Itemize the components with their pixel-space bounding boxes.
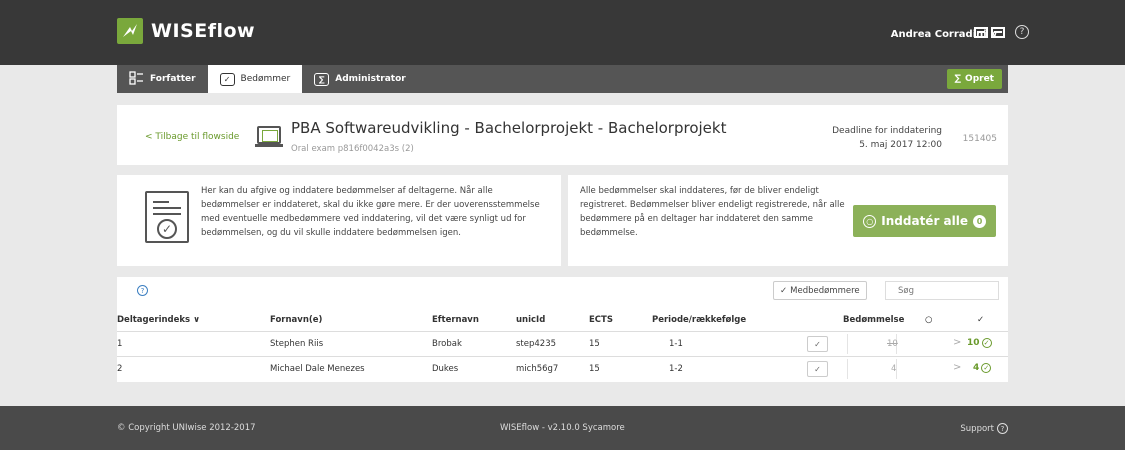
support-link[interactable]: Support? (960, 423, 1008, 434)
create-label: Opret (965, 74, 994, 84)
cell-unicid: step4235 (516, 339, 557, 349)
cell-index: 2 (117, 364, 123, 374)
top-header: WISEflow Andrea Corradini ∨ ? (0, 0, 1125, 65)
check-circle-icon: ✓ (981, 338, 992, 348)
cell-period: 1-1 (669, 339, 683, 349)
tab-administrator[interactable]: ∑ Administrator (302, 65, 417, 93)
search-input[interactable] (885, 281, 999, 300)
comment-button[interactable]: ✓ (807, 336, 828, 352)
cell-unicid: mich56g7 (516, 364, 559, 374)
document-check-icon: ✓ (145, 191, 189, 243)
co-assessor-icon: ✓ (780, 285, 788, 296)
tab-forfatter[interactable]: Forfatter (117, 65, 208, 93)
check-circle-icon: ✓ (981, 363, 992, 373)
header-unicid[interactable]: unicId (516, 315, 545, 325)
version: WISEflow - v2.10.0 Sycamore (500, 423, 625, 433)
deadline-value: 5. maj 2017 12:00 (859, 140, 942, 150)
grade-input[interactable] (847, 359, 897, 379)
deadline: Deadline for inddatering 5. maj 2017 12:… (832, 124, 942, 152)
sort-chevron-icon: ∨ (193, 315, 200, 325)
oral-exam-icon (255, 126, 283, 147)
header-period[interactable]: Periode/rækkefølge (652, 315, 746, 325)
admin-icon: ∑ (314, 72, 330, 86)
header-icons: ? (974, 25, 1029, 39)
cell-firstname: Michael Dale Menezes (270, 364, 365, 374)
register-all-label: Inddatér alle (881, 214, 968, 228)
layout-toggle-icon[interactable] (974, 26, 1005, 38)
cell-period: 1-2 (669, 364, 683, 374)
header-ects[interactable]: ECTS (589, 315, 613, 325)
lock-icon: ○ (863, 214, 877, 228)
logo-text: WISEflow (151, 20, 256, 42)
grade-value: 4 (891, 364, 897, 374)
cell-ects: 15 (589, 364, 600, 374)
flow-header-card: < Tilbage til flowside PBA Softwareudvik… (117, 105, 1008, 165)
cell-index: 1 (117, 339, 123, 349)
header-lastname[interactable]: Efternavn (432, 315, 479, 325)
grade-value: 10 (887, 339, 898, 349)
final-grade: 4 ✓ (973, 363, 992, 373)
register-all-button[interactable]: ○ Inddatér alle 0 (853, 205, 996, 237)
info-card-register: Alle bedømmelser skal inddateres, før de… (568, 175, 1008, 266)
deadline-label: Deadline for inddatering (832, 126, 942, 136)
participants-card: ? ✓ Medbedømmere Deltagerindeks ∨ Fornav… (117, 277, 1008, 382)
cell-ects: 15 (589, 339, 600, 349)
info-text-grading: Her kan du afgive og inddatere bedømmels… (201, 186, 540, 238)
lock-column-icon: ○ (925, 315, 933, 325)
final-grade: 10 ✓ (967, 338, 992, 348)
author-icon (129, 70, 144, 88)
info-text-register: Alle bedømmelser skal inddateres, før de… (580, 186, 845, 238)
flow-id: 151405 (962, 134, 997, 144)
user-name: Andrea Corradini (890, 29, 987, 40)
header-firstname[interactable]: Fornavn(e) (270, 315, 322, 325)
header-index[interactable]: Deltagerindeks ∨ (117, 315, 200, 325)
main-nav: Forfatter ✓ Bedømmer ∑ Administrator ∑ O… (117, 65, 1008, 93)
create-icon: ∑ (954, 74, 962, 84)
info-card-grading: ✓ Her kan du afgive og inddatere bedømme… (117, 175, 561, 266)
back-link[interactable]: < Tilbage til flowside (145, 132, 239, 142)
tab-label: Bedømmer (240, 74, 291, 84)
help-icon: ? (997, 423, 1008, 434)
comment-button[interactable]: ✓ (807, 361, 828, 377)
check-column-icon: ✓ (977, 315, 985, 325)
chevron-right-icon: > (953, 337, 962, 348)
cell-firstname: Stephen Riis (270, 339, 324, 349)
footer: © Copyright UNIwise 2012-2017 WISEflow -… (0, 406, 1125, 450)
header-grade: Bedømmelse (843, 315, 905, 325)
chevron-left-icon: < (145, 132, 153, 142)
help-icon[interactable]: ? (1015, 25, 1029, 39)
tab-label: Forfatter (150, 74, 196, 84)
cell-lastname: Dukes (432, 364, 459, 374)
help-icon[interactable]: ? (137, 285, 148, 296)
co-assessors-label: Medbedømmere (790, 285, 860, 296)
co-assessors-button[interactable]: ✓ Medbedømmere (773, 281, 867, 300)
create-button[interactable]: ∑ Opret (946, 69, 1002, 89)
tab-label: Administrator (335, 74, 406, 84)
back-label: Tilbage til flowside (155, 132, 240, 142)
logo-icon (117, 18, 143, 44)
cell-lastname: Brobak (432, 339, 462, 349)
copyright: © Copyright UNIwise 2012-2017 (117, 423, 256, 433)
tab-bedommer[interactable]: ✓ Bedømmer (207, 65, 303, 93)
logo[interactable]: WISEflow (117, 18, 255, 44)
page-subtitle: Oral exam p816f0042a3s (2) (291, 144, 414, 154)
assessor-icon: ✓ (219, 72, 235, 86)
count-badge: 0 (973, 214, 986, 228)
page-title: PBA Softwareudvikling - Bachelorprojekt … (291, 119, 727, 137)
chevron-right-icon: > (953, 362, 962, 373)
